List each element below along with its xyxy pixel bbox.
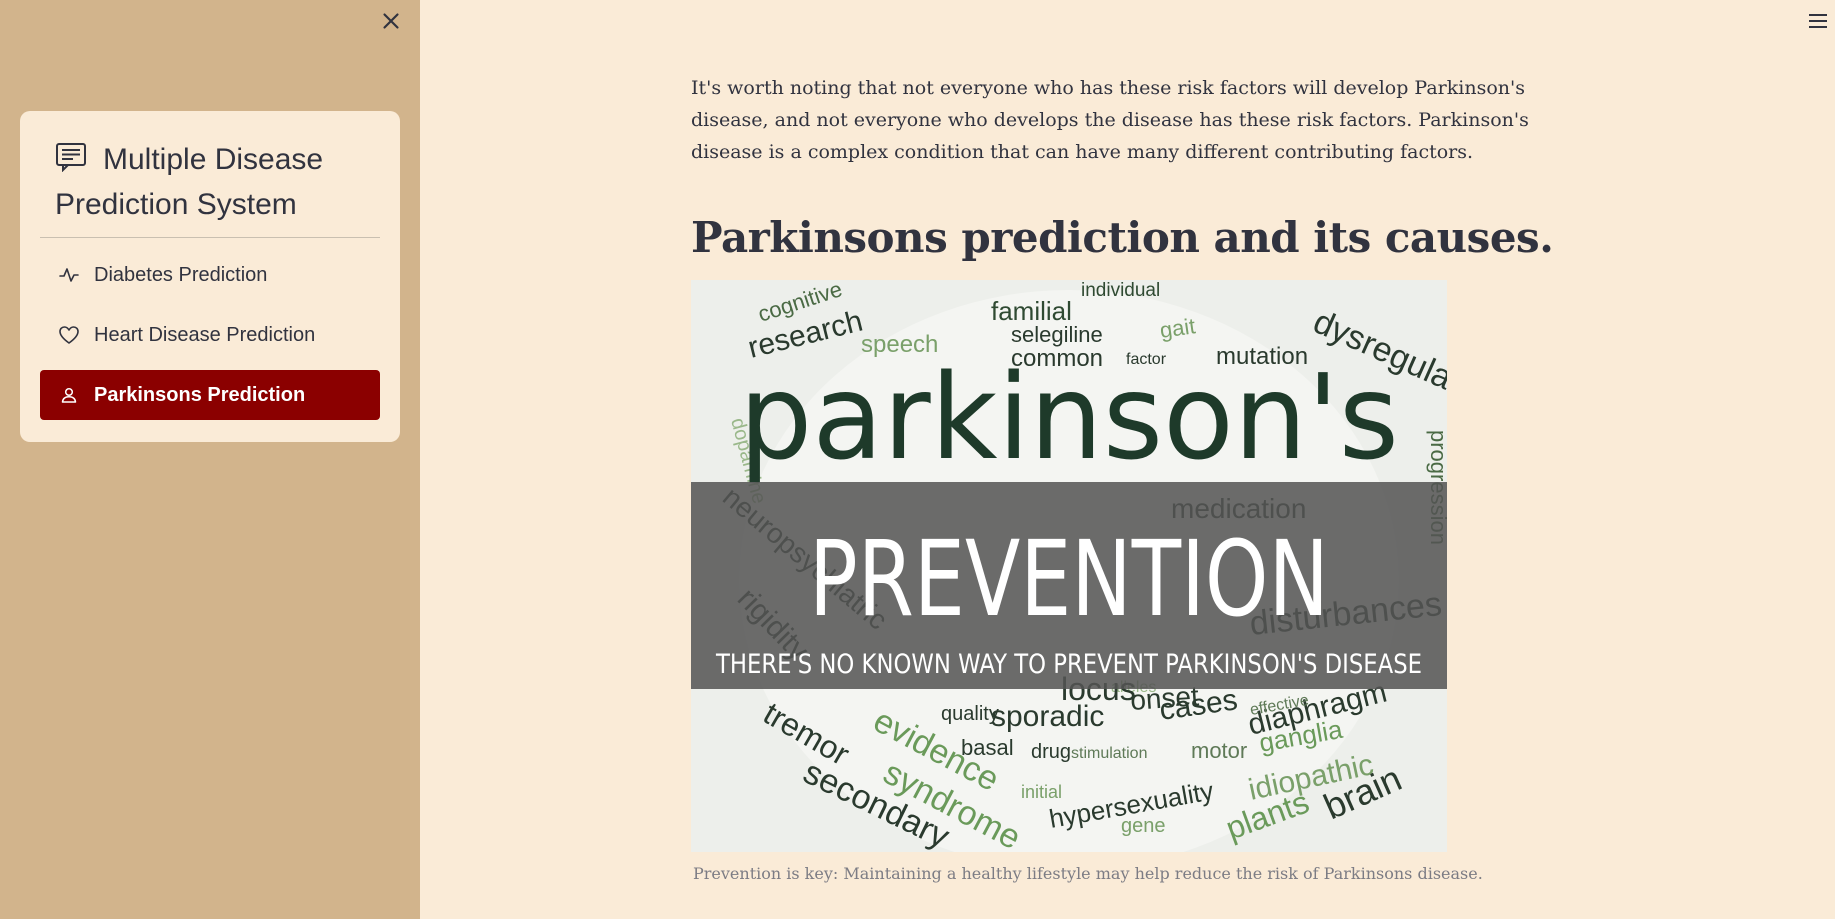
word-cloud-word: drug xyxy=(1031,741,1071,763)
word-cloud-word: stimulation xyxy=(1071,745,1147,762)
menu-title-text: Multiple Disease Prediction System xyxy=(55,143,324,221)
image-big-word: parkinson's xyxy=(739,348,1399,486)
heart-icon xyxy=(58,324,80,346)
word-cloud-word: motor xyxy=(1191,738,1247,763)
option-menu: Multiple Disease Prediction System Diabe… xyxy=(20,111,400,442)
word-cloud-word: initial xyxy=(1021,782,1062,802)
image-banner-subtitle: THERE'S NO KNOWN WAY TO PREVENT PARKINSO… xyxy=(715,649,1422,680)
section-heading: Parkinsons prediction and its causes. xyxy=(691,213,1554,262)
menu-item-diabetes[interactable]: Diabetes Prediction xyxy=(40,250,380,300)
parkinsons-prevention-image: cognitive individual research familial dysre… xyxy=(691,280,1447,852)
menu-item-parkinsons[interactable]: Parkinsons Prediction xyxy=(40,370,380,420)
menu-item-label: Diabetes Prediction xyxy=(94,263,268,286)
main-menu-button[interactable] xyxy=(1807,12,1829,30)
menu-item-label: Parkinsons Prediction xyxy=(94,383,306,406)
close-sidebar-button[interactable] xyxy=(378,8,404,34)
intro-paragraph: It's worth noting that not everyone who … xyxy=(691,77,1529,163)
menu-item-heart-disease[interactable]: Heart Disease Prediction xyxy=(40,310,380,360)
menu-divider xyxy=(40,237,380,238)
word-cloud-word: selegiline xyxy=(1011,322,1103,347)
word-cloud-word: gene xyxy=(1121,815,1166,837)
hamburger-icon xyxy=(1809,14,1827,28)
close-icon xyxy=(383,13,399,29)
menu-item-label: Heart Disease Prediction xyxy=(94,323,316,346)
menu-title: Multiple Disease Prediction System xyxy=(40,131,380,237)
chat-text-icon xyxy=(55,140,87,173)
image-caption: Prevention is key: Maintaining a healthy… xyxy=(693,864,1483,883)
image-banner-title: PREVENTION xyxy=(809,518,1329,640)
person-icon xyxy=(58,384,80,406)
sidebar: Multiple Disease Prediction System Diabe… xyxy=(0,0,420,919)
word-cloud-word: gait xyxy=(1158,313,1197,343)
main-content: It's worth noting that not everyone who … xyxy=(691,72,1571,883)
word-cloud-word: individual xyxy=(1081,280,1160,301)
activity-icon xyxy=(58,264,80,286)
